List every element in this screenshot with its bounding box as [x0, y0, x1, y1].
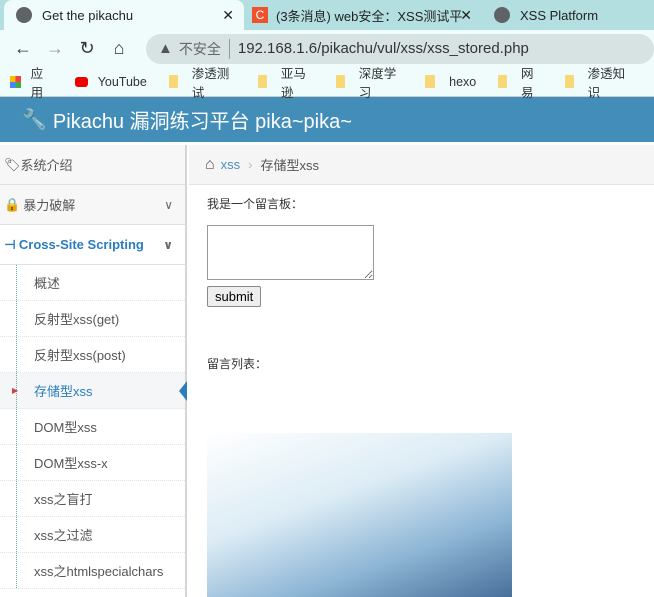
close-icon[interactable]: ✕ [222, 7, 234, 24]
folder-icon [335, 75, 345, 88]
folder-icon [168, 75, 178, 88]
home-icon[interactable]: ⌂ [106, 38, 132, 59]
submenu-item[interactable]: 概述 [0, 265, 185, 301]
submenu-item-active[interactable]: ▶ 存储型xss [0, 373, 187, 409]
bookmark-label: 深度学习 [358, 66, 397, 100]
sidebar-item-bruteforce[interactable]: 🔒 暴力破解 ∨ [0, 185, 185, 225]
submit-button[interactable]: submit [207, 286, 262, 307]
apps-icon [10, 75, 21, 88]
submenu-item[interactable]: xss之过滤 [0, 517, 185, 553]
bookmark-label: 网易 [520, 66, 534, 100]
reload-icon[interactable]: ↻ [74, 38, 100, 59]
sidebar-item-xss[interactable]: ⊣ Cross-Site Scripting ∨ [0, 225, 185, 265]
folder-icon [258, 75, 267, 88]
message-image [207, 433, 512, 597]
tab-xss-platform[interactable]: XSS Platform [494, 0, 598, 30]
security-label: 不安全 [179, 38, 230, 59]
sidebar-label: Cross-Site Scripting [18, 237, 144, 252]
bookmark-label: 渗透测试 [191, 66, 230, 100]
board-label: 我是一个留言板： [207, 197, 304, 211]
submenu-label: 存储型xss [34, 384, 93, 399]
list-icon: ⊣ [4, 236, 16, 252]
submenu-item[interactable]: DOM型xss [0, 409, 185, 445]
tab-title: Get the pikachu [42, 7, 134, 23]
url-text: 192.168.1.6/pikachu/vul/xss/xss_stored.p… [237, 40, 529, 57]
sidebar-label: 系统介绍 [20, 158, 73, 173]
sidebar-item-intro[interactable]: 🏷 系统介绍 [0, 145, 185, 185]
bookmark[interactable]: 深度学习 [335, 63, 403, 101]
chevron-down-icon: ∨ [164, 197, 173, 212]
sidebar: 🏷 系统介绍 🔒 暴力破解 ∨ ⊣ Cross-Site Scripting ∨ 概述 反… [0, 145, 187, 597]
submenu-item[interactable]: xss之htmlspecialchars [0, 553, 185, 589]
warning-icon: ▲ [158, 40, 173, 57]
sidebar-label: 暴力破解 [23, 198, 76, 213]
tab-title: (3条消息) web安全：XSS测试平 [276, 8, 463, 24]
globe-icon [494, 7, 510, 23]
csdn-icon: C [252, 7, 268, 23]
breadcrumb-link[interactable]: xss [221, 157, 241, 172]
forward-icon[interactable]: → [42, 38, 68, 59]
bookmark-apps[interactable]: 应用 [10, 63, 53, 101]
caret-right-icon: ▶ [12, 386, 19, 395]
tab-bar: Get the pikachu ✕ C (3条消息) web安全：XSS测试平 ✕ X… [0, 0, 654, 30]
bookmark[interactable]: 亚马逊 [258, 63, 314, 101]
folder-icon [564, 75, 574, 88]
bookmark-label: 应用 [30, 66, 44, 100]
home-icon[interactable]: ⌂ [205, 156, 215, 174]
tab-csdn[interactable]: C (3条消息) web安全：XSS测试平 ✕ [252, 0, 482, 30]
bookmark-label: YouTube [97, 74, 147, 89]
bookmark[interactable]: 渗透知识 [564, 63, 632, 101]
bookmark-label: hexo [449, 74, 477, 89]
site-header: 🔧 Pikachu 漏洞练习平台 pika~pika~ [0, 97, 654, 142]
bookmark-label: 渗透知识 [587, 66, 626, 100]
site-title[interactable]: Pikachu 漏洞练习平台 pika~pika~ [53, 105, 352, 134]
chevron-down-icon: ∨ [163, 237, 173, 252]
bookmark-youtube[interactable]: YouTube [74, 74, 147, 89]
bookmark-label: 亚马逊 [280, 66, 306, 100]
toolbar: ← → ↻ ⌂ ▲ 不安全 192.168.1.6/pikachu/vul/xss/… [0, 30, 654, 67]
tag-icon: 🏷 [4, 156, 21, 172]
lock-icon: 🔒 [4, 196, 21, 212]
submenu-item[interactable]: DOM型xss-x [0, 445, 185, 481]
tab-pikachu[interactable]: Get the pikachu ✕ [4, 0, 244, 30]
bookmark[interactable]: 网易 [498, 63, 543, 101]
bookmark[interactable]: hexo [425, 75, 476, 89]
folder-icon [425, 75, 436, 88]
submenu-item[interactable]: 反射型xss(post) [0, 337, 185, 373]
breadcrumb: ⌂ xss › 存储型xss [189, 145, 654, 185]
address-bar[interactable]: ▲ 不安全 192.168.1.6/pikachu/vul/xss/xss_stor… [146, 33, 654, 64]
close-icon[interactable]: ✕ [460, 7, 472, 24]
tab-title: XSS Platform [520, 7, 599, 23]
submenu-item[interactable]: xss之盲打 [0, 481, 185, 517]
bookmarks-bar: 应用 YouTube 渗透测试 亚马逊 深度学习 hexo 网易 渗透知识 [0, 67, 654, 100]
message-board: 我是一个留言板： submit 留言列表： [207, 195, 374, 372]
message-input[interactable] [207, 225, 374, 280]
message-list-label: 留言列表： [207, 357, 268, 371]
back-icon[interactable]: ← [10, 38, 36, 59]
submenu-item[interactable]: 反射型xss(get) [0, 301, 185, 337]
wrench-icon: 🔧 [22, 109, 47, 131]
folder-icon [498, 75, 507, 88]
bookmark[interactable]: 渗透测试 [168, 63, 236, 101]
chevron-right-icon: › [248, 157, 253, 172]
globe-icon [16, 7, 32, 23]
youtube-icon [74, 76, 88, 87]
breadcrumb-current: 存储型xss [260, 158, 320, 173]
